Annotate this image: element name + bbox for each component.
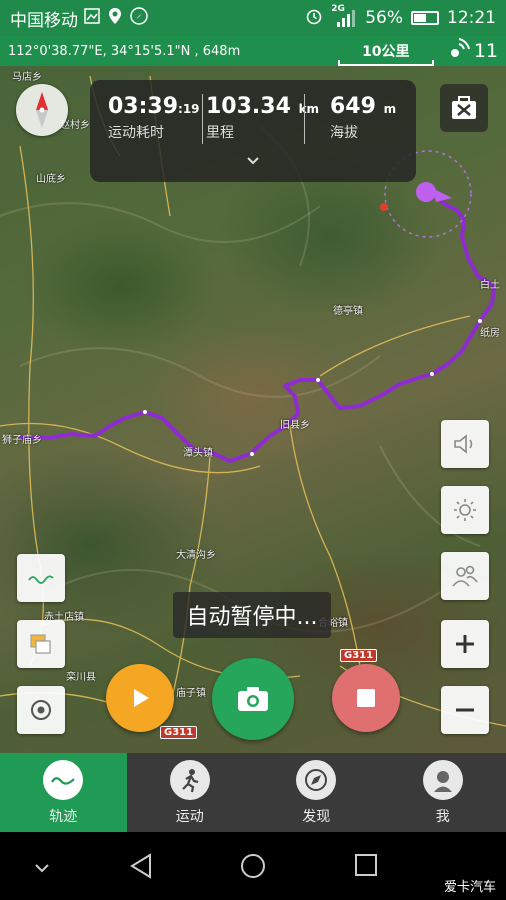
tab-label: 运动 [175,808,204,825]
bottom-nav: 轨迹 运动 发现 我 [0,753,506,832]
voice-button[interactable] [441,420,489,468]
satellite-count: 11 [448,37,498,65]
duration-stat: 03:39:19 运动耗时 [108,94,200,142]
duration-seconds: :19 [178,102,200,116]
altitude-label: 海拔 [330,125,358,141]
map-place-label: 白土 [480,280,500,291]
satellite-map[interactable]: 马店乡 赵村乡 山底乡 旧县乡 德亭镇 狮子庙乡 潭头镇 大清沟乡 赤土店镇 栾… [0,66,506,753]
minus-icon [456,708,474,712]
map-place-label: 马店乡 [12,72,42,83]
map-layers-button[interactable] [17,620,65,668]
map-place-label: 狮子庙乡 [2,435,42,446]
satellite-number: 11 [473,40,498,62]
tools-button[interactable] [440,84,488,132]
collapse-icon[interactable] [34,858,50,877]
recents-icon[interactable] [353,852,379,882]
distance-unit: km [298,102,320,116]
map-place-label: 潭头镇 [183,448,213,459]
compass-needle-icon [36,92,48,128]
watermark: 爱卡汽车 [443,880,496,895]
battery-percent: 56% [365,8,403,28]
compass-app-icon [130,6,148,30]
layers-icon [30,634,51,654]
carrier-name: 中国移动 [10,10,78,31]
distance-label: 里程 [206,125,234,141]
tab-label: 我 [435,808,450,825]
resume-button[interactable] [106,664,174,732]
play-icon [134,689,149,707]
map-place-label: 山底乡 [36,174,66,185]
auto-pause-toast: 自动暂停中... [173,592,331,638]
altitude-unit: m [383,102,397,116]
map-place-label: 大清沟乡 [176,550,216,561]
camera-button[interactable] [212,658,294,740]
locate-button[interactable] [17,686,65,734]
altitude-stat: 649 m 海拔 [330,94,396,142]
tab-label: 发现 [302,808,331,825]
map-place-label: 栾川县 [66,672,96,683]
brightness-button[interactable] [441,486,489,534]
profile-icon [422,759,463,800]
map-scale: 10公里 [337,41,434,66]
altitude-value: 649 [330,94,376,119]
signal-icon: 2G [331,4,357,28]
coordinates-readout: 112°0'38.77"E, 34°15'5.1"N , 648m [8,43,241,59]
road-shield: G311 [160,726,198,739]
camera-icon [238,687,268,711]
distance-value: 103.34 [206,94,291,119]
map-place-label: 纸房 [480,328,500,339]
route-track [20,192,496,463]
toolbox-icon [452,96,476,119]
system-nav-bar: 爱卡汽车 [0,832,506,900]
back-icon[interactable] [128,852,154,884]
tab-profile[interactable]: 我 [380,753,506,832]
distance-stat: 103.34 km 里程 [206,94,319,142]
map-place-label: 德亭镇 [333,306,363,317]
discover-icon [296,759,337,800]
tab-track[interactable]: 轨迹 [0,753,127,832]
workout-stats-panel[interactable]: 03:39:19 运动耗时 103.34 km 里程 649 m 海拔 [90,80,416,182]
scale-label: 10公里 [362,44,410,60]
alarm-icon [305,7,323,30]
stats-divider [304,94,305,144]
people-icon [452,565,478,587]
stop-button[interactable] [332,664,400,732]
chevron-down-icon[interactable] [246,154,260,170]
battery-icon [411,11,439,25]
road-shield: G311 [340,649,378,662]
locate-icon [31,700,51,720]
sport-icon [169,759,210,800]
image-icon [84,7,100,29]
gps-info-bar: 112°0'38.77"E, 34°15'5.1"N , 648m 10公里 1… [0,36,506,66]
sun-icon [454,499,476,521]
current-position-marker [416,182,436,202]
compass-button[interactable] [16,84,68,136]
wave-icon [28,575,54,584]
duration-value: 03:39 [108,94,179,119]
speaker-icon [454,434,473,454]
home-icon[interactable] [239,852,267,884]
terrain-layer-button[interactable] [441,552,489,600]
status-bar: 中国移动 2G 56% 12:21 [0,0,506,36]
zoom-in-button[interactable] [441,620,489,668]
tab-label: 轨迹 [49,808,78,825]
network-type: 2G [331,4,345,14]
duration-label: 运动耗时 [108,125,164,141]
zoom-out-button[interactable] [441,686,489,734]
map-place-label: 庙子镇 [176,688,206,699]
satellite-icon [448,37,470,65]
stop-icon [357,689,375,707]
location-pin-icon [108,7,122,30]
map-place-label: 旧县乡 [280,420,310,431]
track-icon [43,759,84,800]
clock: 12:21 [447,8,496,28]
elevation-chart-button[interactable] [17,554,65,602]
stats-divider [202,94,203,144]
tab-sport[interactable]: 运动 [127,753,254,832]
tab-discover[interactable]: 发现 [253,753,380,832]
plus-icon [456,635,474,653]
